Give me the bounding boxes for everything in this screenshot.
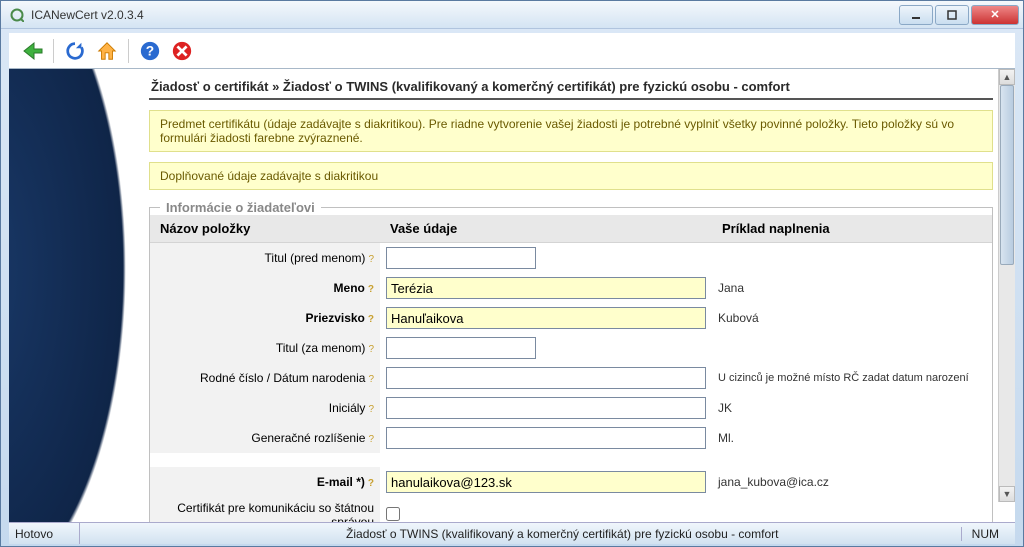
example-title-after	[712, 333, 992, 363]
input-email[interactable]	[386, 471, 706, 493]
example-email: jana_kubova@ica.cz	[712, 467, 992, 497]
form-area: Žiadosť o certifikát » Žiadosť o TWINS (…	[149, 75, 997, 522]
applicant-info-fieldset: Informácie o žiadateľovi Názov položky V…	[149, 200, 993, 522]
toolbar: ?	[9, 33, 1015, 69]
label-email: E-mail *)?	[150, 467, 380, 497]
content-area: Žiadosť o certifikát » Žiadosť o TWINS (…	[9, 69, 1015, 522]
help-icon[interactable]: ?	[368, 434, 374, 445]
input-generation[interactable]	[386, 427, 706, 449]
label-birth-number: Rodné číslo / Dátum narodenia?	[150, 363, 380, 393]
help-icon[interactable]: ?	[368, 404, 374, 415]
window-maximize-button[interactable]	[935, 5, 969, 25]
label-cert-gov: Certifikát pre komunikáciu so štátnou sp…	[150, 497, 380, 522]
input-title-before[interactable]	[386, 247, 536, 269]
vertical-scrollbar[interactable]: ▲ ▼	[998, 69, 1015, 502]
status-left: Hotovo	[15, 527, 73, 541]
notice-diacritics: Doplňované údaje zadávajte s diakritikou	[149, 162, 993, 190]
back-button[interactable]	[17, 36, 47, 66]
example-first-name: Jana	[712, 273, 992, 303]
scroll-up-arrow-icon[interactable]: ▲	[999, 69, 1015, 85]
label-first-name: Meno?	[150, 273, 380, 303]
help-button[interactable]: ?	[135, 36, 165, 66]
example-last-name: Kubová	[712, 303, 992, 333]
help-icon[interactable]: ?	[368, 284, 374, 295]
example-generation: Ml.	[712, 423, 992, 453]
help-icon[interactable]: ?	[368, 344, 374, 355]
home-button[interactable]	[92, 36, 122, 66]
input-initials[interactable]	[386, 397, 706, 419]
help-icon[interactable]: ?	[368, 374, 374, 385]
input-birth-number[interactable]	[386, 367, 706, 389]
help-icon[interactable]: ?	[368, 478, 374, 489]
status-mid: Žiadosť o TWINS (kvalifikovaný a komerčn…	[86, 527, 961, 541]
input-first-name[interactable]	[386, 277, 706, 299]
window-title: ICANewCert v2.0.3.4	[31, 8, 897, 22]
col-label-header: Názov položky	[150, 215, 380, 243]
label-initials: Iniciály?	[150, 393, 380, 423]
app-icon	[9, 7, 25, 23]
checkbox-cert-gov[interactable]	[386, 507, 400, 521]
scroll-down-arrow-icon[interactable]: ▼	[999, 486, 1015, 502]
label-title-before: Titul (pred menom)?	[150, 243, 380, 274]
label-generation: Generačné rozlíšenie?	[150, 423, 380, 453]
status-numlock: NUM	[961, 527, 1009, 541]
svg-text:?: ?	[146, 43, 154, 58]
input-title-after[interactable]	[386, 337, 536, 359]
window-titlebar: ICANewCert v2.0.3.4 ✕	[1, 1, 1023, 29]
scroll-thumb[interactable]	[1000, 85, 1014, 265]
col-value-header: Vaše údaje	[380, 215, 712, 243]
example-title-before	[712, 243, 992, 274]
window-close-button[interactable]: ✕	[971, 5, 1019, 25]
breadcrumb: Žiadosť o certifikát » Žiadosť o TWINS (…	[149, 75, 993, 100]
example-initials: JK	[712, 393, 992, 423]
help-icon[interactable]: ?	[368, 254, 374, 265]
decorative-curve	[9, 69, 149, 522]
stop-button[interactable]	[167, 36, 197, 66]
input-last-name[interactable]	[386, 307, 706, 329]
label-title-after: Titul (za menom)?	[150, 333, 380, 363]
window-minimize-button[interactable]	[899, 5, 933, 25]
help-icon[interactable]: ?	[368, 314, 374, 325]
notice-required-fields: Predmet certifikátu (údaje zadávajte s d…	[149, 110, 993, 152]
fieldset-legend: Informácie o žiadateľovi	[160, 200, 321, 215]
refresh-button[interactable]	[60, 36, 90, 66]
status-bar: Hotovo Žiadosť o TWINS (kvalifikovaný a …	[9, 522, 1015, 544]
col-example-header: Príklad naplnenia	[712, 215, 992, 243]
label-last-name: Priezvisko?	[150, 303, 380, 333]
example-birth-number: U cizinců je možné místo RČ zadat datum …	[712, 363, 992, 393]
